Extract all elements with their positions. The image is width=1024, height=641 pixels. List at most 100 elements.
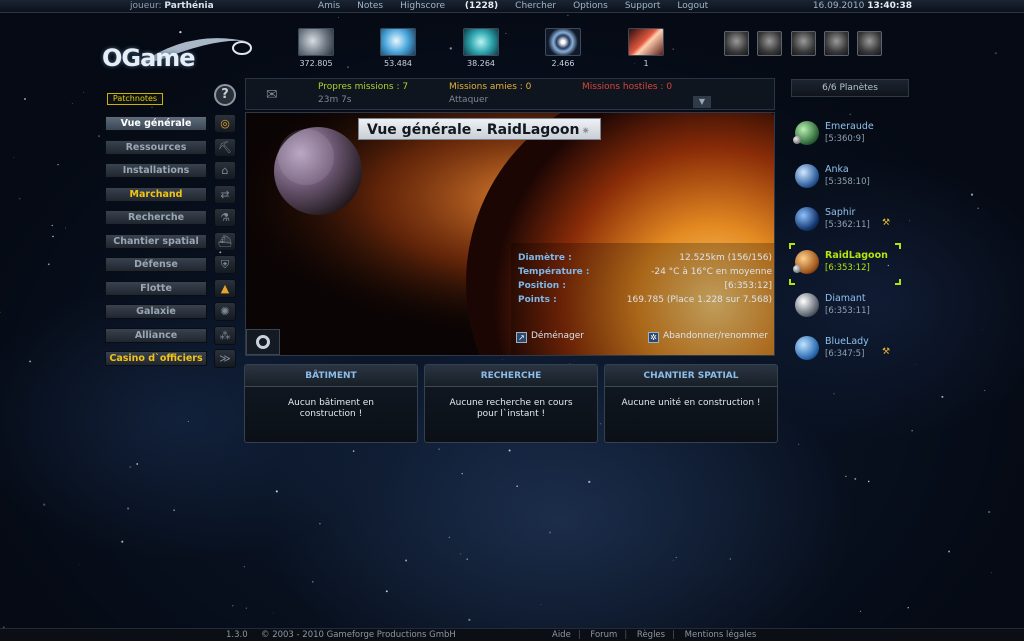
planet-ring-icon[interactable] xyxy=(246,329,280,355)
menu-highscore[interactable]: Highscore (1228) xyxy=(400,0,498,13)
menu-logout[interactable]: Logout xyxy=(677,0,708,13)
player-info: joueur: Parthénia xyxy=(130,0,214,13)
research-queue: RECHERCHE Aucune recherche en cours pour… xyxy=(424,364,598,443)
commander-portrait[interactable] xyxy=(724,31,749,56)
admiral-portrait[interactable] xyxy=(757,31,782,56)
patchnotes-link[interactable]: Patchnotes xyxy=(107,93,163,105)
planet-ring-icon[interactable]: ◎ xyxy=(214,114,236,133)
shipyard-queue: CHANTIER SPATIAL Aucune unité en constru… xyxy=(604,364,778,443)
menu-item-flotte[interactable]: Flotte xyxy=(105,280,207,296)
abandon-rename-button[interactable]: ✲ Abandonner/renommer xyxy=(647,331,768,343)
planet-name[interactable]: Saphir xyxy=(825,207,855,218)
planet-name[interactable]: Emeraude xyxy=(825,121,874,132)
highscore-label[interactable]: Highscore xyxy=(400,1,445,11)
menu-item-vue-générale[interactable]: Vue générale xyxy=(105,116,207,131)
research-queue-title[interactable]: RECHERCHE xyxy=(425,365,597,387)
planet-details: Diamètre : 12.525km (156/156) Températur… xyxy=(518,251,772,307)
planet-name[interactable]: RaidLagoon xyxy=(825,250,888,261)
planet-item[interactable]: Diamant [6:353:11] xyxy=(795,290,910,326)
footer-link-help[interactable]: Aide xyxy=(552,630,571,640)
menu-item-installations[interactable]: Installations xyxy=(105,163,207,178)
resource-deuterium[interactable]: 38.264 xyxy=(461,28,501,68)
energy-icon xyxy=(545,28,581,56)
menu-item-recherche[interactable]: Recherche xyxy=(105,210,207,225)
planet-name[interactable]: Anka xyxy=(825,164,849,175)
planet-name[interactable]: Diamant xyxy=(825,293,866,304)
hostile-missions[interactable]: Missions hostiles : 0 xyxy=(582,82,672,92)
footer-link-rules[interactable]: Règles xyxy=(637,630,665,640)
galaxy-icon[interactable]: ✺ xyxy=(214,302,236,321)
logo-text: OGame xyxy=(102,44,196,72)
game-logo[interactable]: OGame xyxy=(100,34,260,78)
friendly-missions[interactable]: Missions amies : 0 Attaquer xyxy=(449,82,531,105)
moon-icon[interactable] xyxy=(793,265,801,273)
menu-item-défense[interactable]: Défense xyxy=(105,257,207,272)
own-missions[interactable]: Propres missions : 7 23m 7s xyxy=(318,82,408,105)
geologist-portrait[interactable] xyxy=(824,31,849,56)
planet-icon[interactable] xyxy=(795,336,819,360)
flask-icon[interactable]: ⚗ xyxy=(214,208,236,227)
shipyard-icon[interactable]: ⛴ xyxy=(214,231,236,251)
footer-link-legal[interactable]: Mentions légales xyxy=(685,630,757,640)
resource-dark-matter[interactable]: 1 xyxy=(626,28,666,68)
friendly-missions-label[interactable]: Missions amies : 0 xyxy=(449,82,531,92)
own-missions-timer: 23m 7s xyxy=(318,95,352,105)
planet-icon[interactable] xyxy=(795,293,819,317)
menu-item-casino-d-officiers[interactable]: Casino d`officiers xyxy=(105,351,207,366)
abandon-rename-label: Abandonner/renommer xyxy=(662,331,768,341)
defense-icon[interactable]: ⛨ xyxy=(214,255,236,274)
mine-icon[interactable]: ⛏ xyxy=(214,137,236,157)
menu-item-chantier-spatial[interactable]: Chantier spatial xyxy=(105,233,207,249)
footer-link-forum[interactable]: Forum xyxy=(590,630,617,640)
planet-coords: [6:353:11] xyxy=(825,306,870,316)
relocate-button[interactable]: ↗ Déménager xyxy=(516,331,584,343)
menu-item-ressources[interactable]: Ressources xyxy=(105,139,207,155)
planet-icon[interactable] xyxy=(795,207,819,231)
top-bar: joueur: Parthénia Amis Notes Highscore (… xyxy=(0,0,1024,13)
shipyard-queue-title[interactable]: CHANTIER SPATIAL xyxy=(605,365,777,387)
planet-scene xyxy=(246,113,774,355)
menu-item-galaxie[interactable]: Galaxie xyxy=(105,304,207,319)
research-queue-message: Aucune recherche en cours pour l`instant… xyxy=(425,387,597,420)
gear-icon[interactable]: ✷ xyxy=(582,126,590,137)
server-clock: 16.09.2010 13:40:38 xyxy=(813,0,912,13)
building-queue-title[interactable]: BÂTIMENT xyxy=(245,365,417,387)
hostile-missions-label[interactable]: Missions hostiles : 0 xyxy=(582,82,672,92)
planet-name[interactable]: BlueLady xyxy=(825,336,869,347)
chevron-down-icon[interactable]: ▼ xyxy=(693,96,711,108)
planet-icon[interactable] xyxy=(795,164,819,188)
menu-item-alliance[interactable]: Alliance xyxy=(105,327,207,343)
planet-item[interactable]: Anka [5:358:10] xyxy=(795,161,910,197)
trade-arrows-icon[interactable]: ⇄ xyxy=(214,184,236,204)
menu-search[interactable]: Chercher xyxy=(515,0,556,13)
menu-notes[interactable]: Notes xyxy=(357,0,383,13)
alliance-icon[interactable]: ⁂ xyxy=(214,325,236,345)
own-missions-label[interactable]: Propres missions : 7 xyxy=(318,82,408,92)
planet-item[interactable]: BlueLady [6:347:5] ⚒ xyxy=(795,333,910,369)
resource-crystal[interactable]: 53.484 xyxy=(378,28,418,68)
rank-chevrons-icon[interactable]: ≫ xyxy=(214,349,236,368)
detail-diameter: Diamètre : 12.525km (156/156) xyxy=(518,251,772,265)
technocrat-portrait[interactable] xyxy=(857,31,882,56)
help-icon[interactable]: ? xyxy=(214,84,236,106)
menu-friends[interactable]: Amis xyxy=(318,0,340,13)
menu-item-marchand[interactable]: Marchand xyxy=(105,186,207,202)
menu-options[interactable]: Options xyxy=(573,0,608,13)
mail-icon[interactable]: ✉ xyxy=(266,87,278,103)
deuterium-value: 38.264 xyxy=(467,59,495,68)
resource-metal[interactable]: 372.805 xyxy=(296,28,336,68)
planet-item[interactable]: Saphir [5:362:11] ⚒ xyxy=(795,204,910,240)
building-icon[interactable]: ⌂ xyxy=(214,161,236,180)
moon-icon[interactable] xyxy=(793,136,801,144)
page-title: Vue générale - RaidLagoon ✷ xyxy=(358,118,601,140)
detail-label: Température : xyxy=(518,267,590,277)
menu-support[interactable]: Support xyxy=(625,0,661,13)
detail-value: 12.525km (156/156) xyxy=(679,253,772,263)
resource-energy[interactable]: 2.466 xyxy=(543,28,583,68)
planet-item[interactable]: Emeraude [5:360:9] xyxy=(793,118,910,154)
game-version: 1.3.0 xyxy=(226,630,248,640)
engineer-portrait[interactable] xyxy=(791,31,816,56)
planet-item[interactable]: RaidLagoon [6:353:12] xyxy=(789,243,910,285)
detail-points: Points : 169.785 (Place 1.228 sur 7.568) xyxy=(518,293,772,307)
fleet-icon[interactable]: ▲ xyxy=(214,278,236,298)
